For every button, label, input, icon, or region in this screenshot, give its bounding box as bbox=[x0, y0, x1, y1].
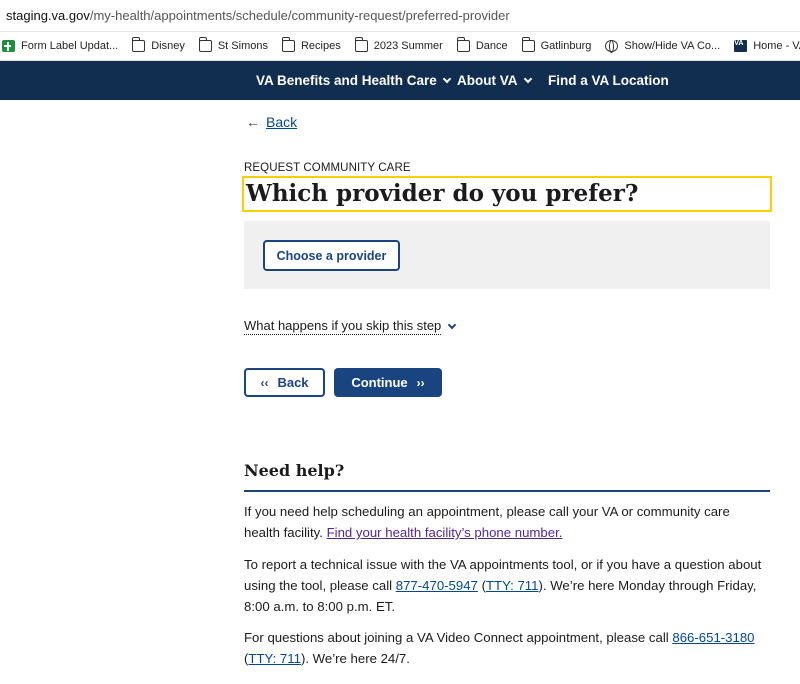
help-p2-text-b: ( bbox=[477, 578, 486, 593]
help-heading: Need help? bbox=[244, 461, 345, 480]
bookmark-label: 2023 Summer bbox=[373, 40, 443, 52]
double-chevron-right-icon: ›› bbox=[416, 375, 425, 390]
tech-support-tty-link[interactable]: TTY: 711 bbox=[486, 578, 539, 593]
back-link-label: Back bbox=[266, 114, 298, 130]
back-button[interactable]: ‹‹ Back bbox=[244, 368, 325, 397]
skip-step-label: What happens if you skip this step bbox=[244, 318, 442, 335]
bookmark-va-home[interactable]: VA Home - VA Web G... bbox=[734, 40, 800, 52]
url-host: staging.va.gov bbox=[6, 8, 90, 23]
nav-about-label: About VA bbox=[457, 73, 518, 88]
bookmark-show-hide[interactable]: Show/Hide VA Co... bbox=[605, 40, 721, 53]
folder-icon bbox=[281, 37, 295, 52]
bookmark-label: Show/Hide VA Co... bbox=[624, 40, 721, 52]
back-button-label: Back bbox=[277, 375, 309, 390]
page-eyebrow: REQUEST COMMUNITY CARE bbox=[244, 162, 411, 174]
bookmark-recipes[interactable]: Recipes bbox=[281, 37, 341, 52]
va-header-nav: VA Benefits and Health Care About VA Fin… bbox=[0, 61, 800, 100]
double-chevron-left-icon: ‹‹ bbox=[260, 375, 269, 390]
help-paragraph-scheduling: If you need help scheduling an appointme… bbox=[244, 501, 764, 543]
folder-icon bbox=[456, 37, 470, 52]
page-title-focus: Which provider do you prefer? bbox=[242, 176, 772, 212]
back-link[interactable]: ← Back bbox=[246, 114, 297, 130]
chevron-down-icon bbox=[442, 74, 452, 83]
url-path: /my-health/appointments/schedule/communi… bbox=[89, 8, 510, 23]
nav-about-menu[interactable]: About VA bbox=[457, 73, 532, 88]
globe-icon bbox=[605, 40, 619, 53]
bookmark-label: Form Label Updat... bbox=[21, 40, 119, 52]
nav-benefits-label: VA Benefits and Health Care bbox=[256, 73, 437, 88]
bookmark-label: Disney bbox=[151, 40, 185, 52]
bookmark-label: St Simons bbox=[217, 40, 268, 52]
bookmark-label: Dance bbox=[475, 40, 508, 52]
sheets-icon bbox=[2, 40, 15, 52]
bookmarks-bar: Form Label Updat... Disney St Simons Rec… bbox=[0, 32, 800, 61]
provider-panel: Choose a provider bbox=[244, 221, 770, 289]
bookmark-2023-summer[interactable]: 2023 Summer bbox=[354, 37, 443, 52]
choose-provider-button[interactable]: Choose a provider bbox=[263, 240, 400, 271]
bookmark-disney[interactable]: Disney bbox=[132, 37, 185, 52]
video-connect-phone-link[interactable]: 866-651-3180 bbox=[672, 630, 754, 645]
help-divider bbox=[244, 490, 770, 492]
arrow-left-icon: ← bbox=[246, 114, 260, 130]
folder-icon bbox=[198, 37, 212, 52]
bookmark-st-simons[interactable]: St Simons bbox=[198, 37, 268, 52]
folder-icon bbox=[354, 37, 368, 52]
bookmark-dance[interactable]: Dance bbox=[456, 37, 508, 52]
nav-find-label: Find a VA Location bbox=[548, 73, 669, 88]
va-logo-icon: VA bbox=[734, 40, 748, 52]
nav-benefits-menu[interactable]: VA Benefits and Health Care bbox=[256, 73, 452, 88]
help-p3-text-a: For questions about joining a VA Video C… bbox=[244, 630, 673, 645]
nav-find-location[interactable]: Find a VA Location bbox=[548, 73, 669, 88]
help-p3-text-c: ). We’re here 24/7. bbox=[300, 651, 410, 666]
skip-step-info-toggle[interactable]: What happens if you skip this step bbox=[244, 318, 457, 335]
tech-support-phone-link[interactable]: 877-470-5947 bbox=[396, 578, 478, 593]
folder-icon bbox=[132, 37, 146, 52]
bookmark-gatlinburg[interactable]: Gatlinburg bbox=[521, 37, 592, 52]
url-text[interactable]: staging.va.gov/my-health/appointments/sc… bbox=[6, 8, 510, 23]
video-connect-tty-link[interactable]: TTY: 711 bbox=[248, 651, 301, 666]
browser-url-bar[interactable]: staging.va.gov/my-health/appointments/sc… bbox=[0, 0, 800, 32]
bookmark-label: Home - VA Web G... bbox=[753, 40, 800, 52]
page-title: Which provider do you prefer? bbox=[246, 180, 639, 207]
bookmark-label: Recipes bbox=[300, 40, 341, 52]
help-paragraph-video: For questions about joining a VA Video C… bbox=[244, 627, 764, 669]
continue-button-label: Continue bbox=[351, 375, 408, 390]
help-paragraph-technical: To report a technical issue with the VA … bbox=[244, 554, 764, 617]
continue-button[interactable]: Continue ›› bbox=[334, 368, 442, 397]
bookmark-form-label[interactable]: Form Label Updat... bbox=[2, 40, 118, 52]
folder-icon bbox=[521, 37, 535, 52]
chevron-down-icon bbox=[448, 320, 457, 329]
bookmark-label: Gatlinburg bbox=[540, 40, 592, 52]
chevron-down-icon bbox=[523, 74, 532, 83]
facility-phone-link[interactable]: Find your health facility’s phone number… bbox=[327, 525, 563, 540]
